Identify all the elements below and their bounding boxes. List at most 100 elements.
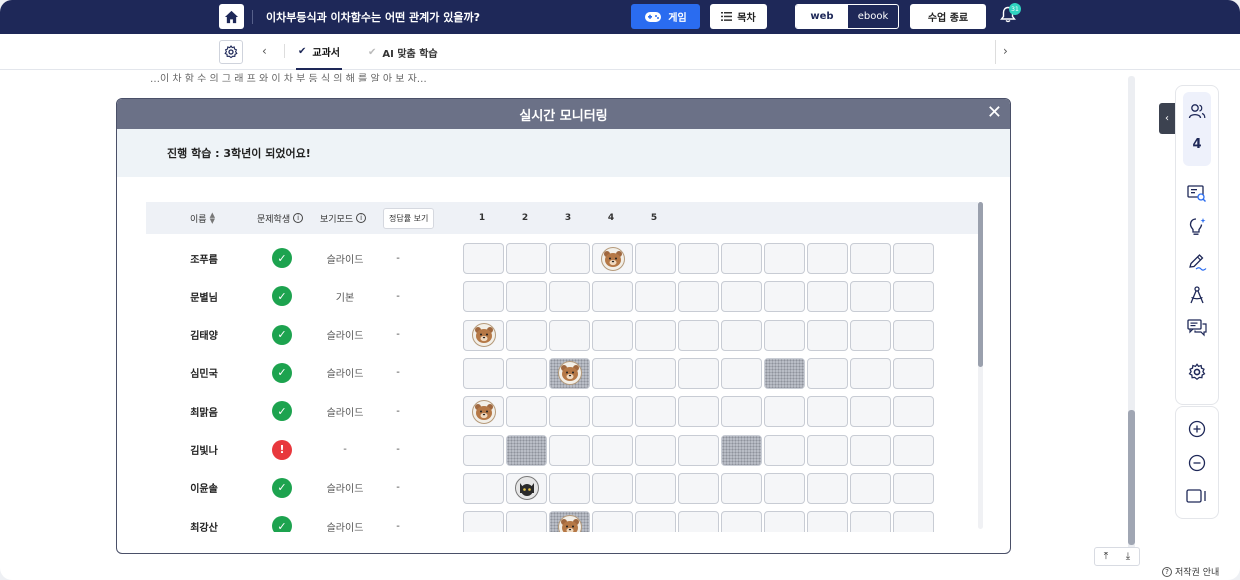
progress-cell[interactable]	[721, 472, 762, 504]
progress-cell[interactable]	[549, 281, 590, 313]
progress-cell[interactable]	[893, 319, 934, 351]
progress-cell[interactable]	[721, 396, 762, 428]
progress-cell[interactable]	[893, 472, 934, 504]
ebook-view-button[interactable]: ebook	[848, 5, 898, 28]
progress-cell[interactable]	[506, 357, 547, 389]
progress-cell[interactable]	[678, 319, 719, 351]
toc-button[interactable]: 목차	[710, 4, 767, 29]
modal-scrollbar-thumb[interactable]	[978, 202, 983, 367]
table-row[interactable]: 이윤솔 ✓ 슬라이드 -	[146, 469, 978, 507]
info-icon[interactable]: i	[293, 213, 304, 223]
progress-cell[interactable]	[721, 511, 762, 532]
progress-cell[interactable]	[463, 319, 504, 351]
progress-cell[interactable]	[592, 281, 633, 313]
progress-cell[interactable]	[807, 511, 848, 532]
progress-cell[interactable]	[850, 511, 891, 532]
progress-cell[interactable]	[592, 319, 633, 351]
table-row[interactable]: 김태양 ✓ 슬라이드 -	[146, 316, 978, 354]
progress-cell[interactable]	[635, 511, 676, 532]
student-name[interactable]: 김빛나	[174, 431, 234, 469]
copyright-link[interactable]: ? 저작권 안내	[1162, 565, 1219, 578]
progress-cell[interactable]	[592, 357, 633, 389]
progress-cell[interactable]	[893, 243, 934, 274]
progress-cell[interactable]	[764, 511, 805, 532]
info-icon[interactable]: i	[356, 213, 367, 223]
student-name[interactable]: 김태양	[174, 316, 234, 354]
end-class-button[interactable]: 수업 종료	[910, 4, 986, 29]
student-name[interactable]: 심민국	[174, 354, 234, 392]
student-name[interactable]: 이윤솔	[174, 469, 234, 507]
progress-cell[interactable]	[721, 319, 762, 351]
panel-collapse-button[interactable]: ‹	[1159, 103, 1175, 134]
progress-cell[interactable]	[764, 319, 805, 351]
progress-cell[interactable]	[506, 511, 547, 532]
main-scrollbar-thumb[interactable]	[1128, 410, 1135, 545]
chevron-right-icon[interactable]: ›	[1003, 44, 1008, 58]
name-column-header[interactable]: 이름 ▲ ▼	[190, 202, 215, 234]
progress-cell[interactable]	[678, 396, 719, 428]
progress-cell[interactable]	[463, 357, 504, 389]
pen-tool-button[interactable]	[1186, 251, 1208, 273]
student-name[interactable]: 최강산	[174, 507, 234, 532]
progress-cell[interactable]	[893, 434, 934, 466]
progress-cell[interactable]	[635, 357, 676, 389]
zoom-in-button[interactable]	[1187, 419, 1207, 439]
progress-cell[interactable]	[764, 243, 805, 274]
progress-cell[interactable]	[721, 434, 762, 466]
progress-cell[interactable]	[850, 396, 891, 428]
progress-cell[interactable]	[592, 511, 633, 532]
progress-cell[interactable]	[678, 472, 719, 504]
progress-cell[interactable]	[635, 281, 676, 313]
progress-cell[interactable]	[850, 319, 891, 351]
progress-cell[interactable]	[678, 434, 719, 466]
zoom-out-button[interactable]	[1187, 453, 1207, 473]
progress-cell[interactable]	[807, 396, 848, 428]
settings-button[interactable]	[219, 40, 243, 64]
compass-tool-button[interactable]	[1186, 284, 1208, 306]
progress-cell[interactable]	[463, 281, 504, 313]
progress-cell[interactable]	[721, 357, 762, 389]
progress-cell[interactable]	[807, 281, 848, 313]
student-name[interactable]: 문별님	[174, 277, 234, 315]
progress-cell[interactable]	[463, 511, 504, 532]
progress-cell[interactable]	[893, 396, 934, 428]
progress-cell[interactable]	[764, 434, 805, 466]
progress-cell[interactable]	[549, 434, 590, 466]
progress-cell[interactable]	[850, 281, 891, 313]
progress-cell[interactable]	[549, 357, 590, 389]
progress-cell[interactable]	[635, 243, 676, 274]
progress-cell[interactable]	[893, 281, 934, 313]
scroll-bottom-icon[interactable]: ⤓	[1126, 551, 1130, 562]
monitor-search-button[interactable]	[1186, 183, 1208, 205]
progress-cell[interactable]	[764, 396, 805, 428]
progress-cell[interactable]	[807, 243, 848, 274]
home-button[interactable]	[219, 4, 244, 29]
progress-cell[interactable]	[463, 243, 504, 274]
progress-cell[interactable]	[678, 243, 719, 274]
progress-cell[interactable]	[592, 434, 633, 466]
table-row[interactable]: 조푸름 ✓ 슬라이드 -	[146, 239, 978, 277]
chat-button[interactable]	[1186, 317, 1208, 339]
close-icon[interactable]: ✕	[987, 102, 1002, 124]
progress-cell[interactable]	[506, 396, 547, 428]
progress-cell[interactable]	[721, 243, 762, 274]
progress-cell[interactable]	[463, 434, 504, 466]
progress-cell[interactable]	[635, 472, 676, 504]
fit-screen-button[interactable]	[1186, 487, 1208, 505]
student-name[interactable]: 조푸름	[174, 239, 234, 277]
table-row[interactable]: 문별님 ✓ 기본 -	[146, 277, 978, 315]
progress-cell[interactable]	[463, 396, 504, 428]
progress-cell[interactable]	[549, 396, 590, 428]
table-row[interactable]: 최맑음 ✓ 슬라이드 -	[146, 392, 978, 430]
progress-cell[interactable]	[893, 357, 934, 389]
progress-cell[interactable]	[850, 434, 891, 466]
progress-cell[interactable]	[549, 243, 590, 274]
progress-cell[interactable]	[592, 396, 633, 428]
web-view-button[interactable]: web	[796, 5, 848, 28]
progress-cell[interactable]	[549, 472, 590, 504]
student-name[interactable]: 최맑음	[174, 392, 234, 430]
progress-cell[interactable]	[506, 434, 547, 466]
tab-ai-learning[interactable]: ✔ AI 맞춤 학습	[368, 34, 438, 70]
game-button[interactable]: 게임	[631, 4, 700, 29]
table-row[interactable]: 심민국 ✓ 슬라이드 -	[146, 354, 978, 392]
